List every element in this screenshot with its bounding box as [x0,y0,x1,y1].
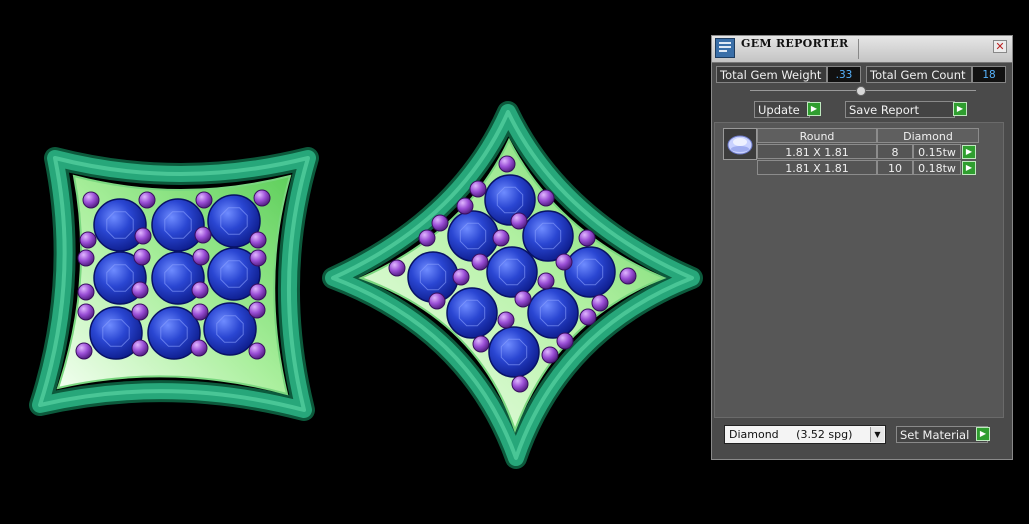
prong [510,212,528,230]
prong [190,339,208,357]
row2-select-arrow-icon[interactable]: ▶ [962,161,976,175]
material-select-value: Diamond (3.52 spg) [729,428,853,441]
prong [253,189,271,207]
blue-gem [564,246,616,298]
prong [388,259,406,277]
prong [249,283,267,301]
prong [191,281,209,299]
table-header-material: Diamond [877,128,979,143]
prong [131,303,149,321]
prong [131,281,149,299]
prong [498,155,516,173]
prong [619,267,637,285]
prong [249,249,267,267]
total-gem-weight-label: Total Gem Weight [716,66,827,83]
prong [556,332,574,350]
prong [537,189,555,207]
prong [194,226,212,244]
prong [511,375,529,393]
prong [248,342,266,360]
prong [191,303,209,321]
blue-gem [447,210,499,262]
blue-gem [93,198,147,252]
prong [131,339,149,357]
title-divider [858,39,859,59]
blue-gem [527,287,579,339]
prong [591,294,609,312]
blue-gem [486,246,538,298]
prong [472,335,490,353]
gem-reporter-app-icon [715,38,735,58]
row1-weight: 0.15tw [913,144,961,159]
material-select[interactable]: Diamond (3.52 spg) ▼ [724,425,886,444]
row1-select-arrow-icon[interactable]: ▶ [962,145,976,159]
prong [82,191,100,209]
prong [514,290,532,308]
update-arrow-icon[interactable]: ▶ [807,102,821,116]
prong [79,231,97,249]
save-report-button[interactable]: Save Report [845,101,955,118]
row2-count: 10 [877,160,913,175]
chevron-down-icon[interactable]: ▼ [870,427,884,442]
prong [452,268,470,286]
update-button[interactable]: Update [754,101,810,118]
prong [497,311,515,329]
prong [134,227,152,245]
row2-size: 1.81 X 1.81 [757,160,877,175]
prong [248,301,266,319]
prong [249,231,267,249]
row1-count: 8 [877,144,913,159]
set-material-button[interactable]: Set Material [896,426,988,443]
prong [77,283,95,301]
row1-size: 1.81 X 1.81 [757,144,877,159]
round-gem-icon[interactable] [723,128,757,160]
panel-title: GEM REPORTER [741,37,849,50]
prong [192,248,210,266]
prong [578,229,596,247]
prong [75,342,93,360]
prong [555,253,573,271]
prong [469,180,487,198]
prong [77,303,95,321]
blue-gem [446,287,498,339]
prong [418,229,436,247]
blue-gem [522,210,574,262]
title-bar[interactable]: GEM REPORTER ✕ [712,36,1012,63]
panel-splitter-handle[interactable] [856,86,866,96]
blue-gem [151,198,205,252]
prong [471,253,489,271]
blue-gem [484,174,536,226]
total-gem-count-label: Total Gem Count [866,66,972,83]
prong [456,197,474,215]
close-icon[interactable]: ✕ [993,40,1007,53]
gem-list: Round Diamond 1.81 X 1.81 8 0.15tw ▶ 1.8… [714,122,1004,418]
prong [428,292,446,310]
blue-gem [203,302,257,356]
total-gem-count-value: 18 [972,66,1006,83]
blue-gem [488,326,540,378]
gem-reporter-panel: GEM REPORTER ✕ Total Gem Weight .33 Tota… [711,35,1013,460]
prong [195,191,213,209]
prong [579,308,597,326]
prong [492,229,510,247]
prong [541,346,559,364]
save-report-arrow-icon[interactable]: ▶ [953,102,967,116]
prong [138,191,156,209]
table-header-shape: Round [757,128,877,143]
row2-weight: 0.18tw [913,160,961,175]
set-material-arrow-icon[interactable]: ▶ [976,427,990,441]
prong [133,248,151,266]
prong [537,272,555,290]
prong [431,214,449,232]
total-gem-weight-value: .33 [827,66,861,83]
prong [77,249,95,267]
